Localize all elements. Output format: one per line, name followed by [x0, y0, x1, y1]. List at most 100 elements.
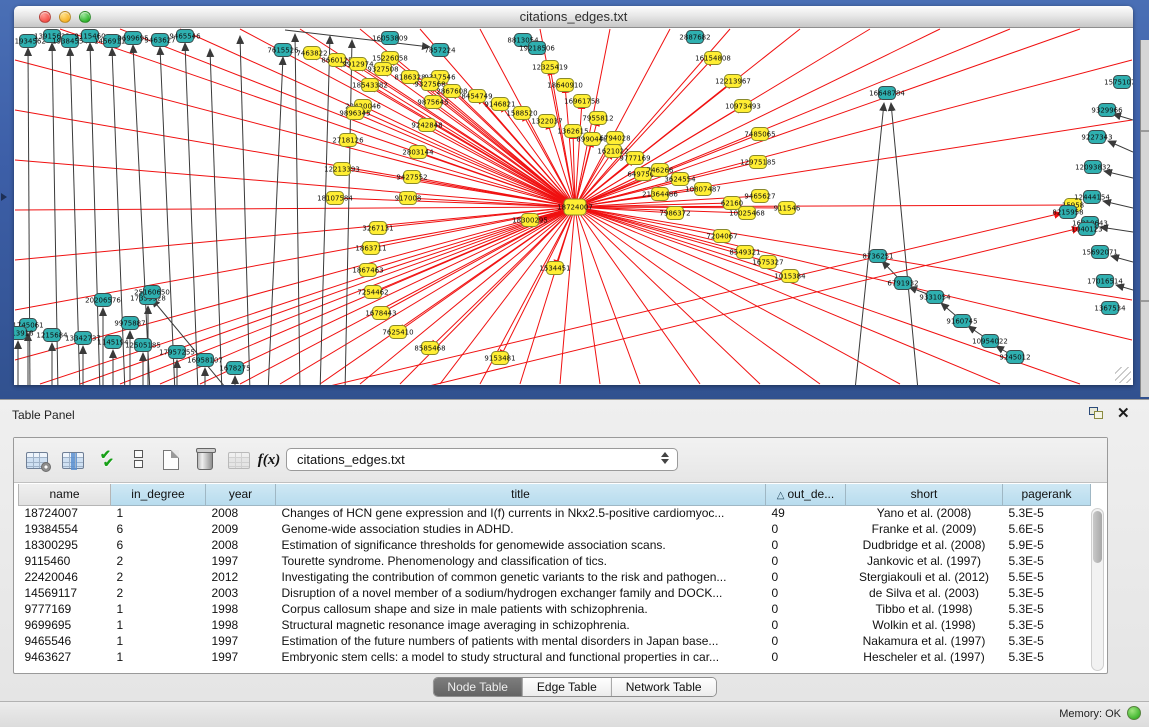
col-header-in-degree[interactable]: in_degree — [111, 484, 206, 505]
graph-node[interactable]: 12325419 — [532, 61, 568, 74]
graph-edge-black[interactable] — [268, 57, 283, 385]
graph-node[interactable]: 3267131 — [362, 222, 393, 235]
graph-node[interactable]: 911546 — [774, 202, 801, 215]
memory-ok-icon[interactable] — [1127, 706, 1141, 720]
graph-edge-red[interactable] — [575, 207, 600, 384]
graph-edge-black[interactable] — [295, 34, 300, 385]
select-columns-button[interactable]: ✔✔ — [94, 445, 124, 475]
panel-expander-icon[interactable] — [1, 193, 7, 201]
col-header-short[interactable]: short — [846, 484, 1003, 505]
graph-node[interactable]: 8585468 — [414, 342, 445, 355]
graph-node[interactable]: 10973493 — [725, 100, 761, 113]
graph-edge-red[interactable] — [335, 198, 575, 207]
show-columns-button[interactable] — [58, 445, 88, 475]
table-row[interactable]: 1456911722003Disruption of a novel membe… — [19, 585, 1091, 601]
graph-node[interactable]: 10954022 — [972, 335, 1008, 348]
col-header-out-degree[interactable]: △out_de... — [766, 484, 846, 505]
graph-node[interactable]: 9242848 — [411, 119, 442, 132]
graph-node[interactable]: 7625410 — [382, 326, 413, 339]
graph-node[interactable]: 7857224 — [424, 44, 456, 57]
float-panel-icon[interactable] — [1089, 407, 1105, 421]
graph-node[interactable]: 9227343 — [1081, 131, 1112, 144]
graph-edge-black[interactable] — [285, 30, 430, 47]
graph-node[interactable]: 1675327 — [752, 256, 783, 269]
table-row[interactable]: 1938455462009Genome-wide association stu… — [19, 521, 1091, 537]
graph-edge-black[interactable] — [1116, 285, 1133, 290]
graph-edge-black[interactable] — [1108, 141, 1133, 152]
table-row[interactable]: 946554611997Estimation of the future num… — [19, 633, 1091, 649]
graph-node[interactable]: 13342737 — [65, 332, 101, 345]
graph-node[interactable]: 15751074 — [1104, 76, 1133, 89]
graph-node[interactable]: 7986372 — [659, 207, 690, 220]
graph-edge-red[interactable] — [15, 110, 575, 207]
graph-node[interactable]: 1015384 — [774, 270, 806, 283]
scrollbar-thumb[interactable] — [1093, 511, 1102, 563]
graph-node[interactable]: 16053809 — [372, 32, 408, 45]
graph-edge-black[interactable] — [891, 103, 918, 385]
graph-node[interactable]: 7204067 — [706, 230, 737, 243]
table-settings-button[interactable] — [22, 445, 52, 475]
row-options-button[interactable] — [124, 445, 154, 475]
table-row[interactable]: 969969511998Structural magnetic resonanc… — [19, 617, 1091, 633]
graph-edge-black[interactable] — [210, 49, 222, 385]
graph-edge-red[interactable] — [15, 207, 575, 210]
graph-edge-black[interactable] — [133, 45, 150, 385]
tab-node-table[interactable]: Node Table — [433, 678, 523, 696]
graph-edge-black[interactable] — [112, 48, 125, 385]
graph-node[interactable]: 9427552 — [396, 171, 427, 184]
graph-node[interactable]: 10807487 — [685, 183, 721, 196]
graph-node[interactable]: 7955812 — [582, 112, 613, 125]
graph-edge-red[interactable] — [358, 64, 575, 207]
tab-edge-table[interactable]: Edge Table — [523, 678, 612, 696]
delete-column-button[interactable] — [190, 445, 220, 475]
graph-node[interactable]: 9245012 — [999, 351, 1030, 364]
graph-node[interactable]: 1367534 — [1094, 302, 1126, 315]
col-header-name[interactable]: name — [19, 484, 111, 505]
graph-node[interactable]: 1678443 — [365, 307, 396, 320]
graph-node[interactable]: 12505185 — [125, 339, 161, 352]
graph-node[interactable]: 1534451 — [539, 262, 570, 275]
graph-edge-red[interactable] — [15, 60, 575, 207]
graph-node[interactable]: 16648784 — [869, 87, 905, 100]
graph-edge-red[interactable] — [360, 207, 575, 384]
graph-node[interactable]: 20206576 — [85, 294, 121, 307]
graph-edge-red[interactable] — [15, 207, 575, 260]
graph-node[interactable]: 9160745 — [946, 315, 977, 328]
network-canvas[interactable]: 1872400718300295746382286601259912974152… — [14, 28, 1133, 385]
graph-node[interactable]: 9329966 — [1091, 104, 1123, 117]
graph-edge-red[interactable] — [575, 207, 1132, 340]
table-row[interactable]: 1872400712008Changes of HCN gene express… — [19, 505, 1091, 521]
graph-node[interactable]: 9975887 — [114, 317, 145, 330]
graph-node[interactable]: 1215684 — [36, 329, 68, 342]
graph-node[interactable]: 7615526 — [267, 44, 299, 57]
new-column-button[interactable] — [156, 445, 186, 475]
graph-node[interactable]: 8549321 — [729, 246, 760, 259]
table-select-dropdown[interactable]: citations_edges.txt — [286, 448, 678, 471]
graph-edge-black[interactable] — [345, 40, 352, 385]
table-row[interactable]: 946362711997Embryonic stem cells: a mode… — [19, 649, 1091, 665]
graph-node[interactable]: 8736251 — [862, 250, 893, 263]
table-row[interactable]: 911546021997Tourette syndrome. Phenomeno… — [19, 553, 1091, 569]
close-panel-icon[interactable]: ✕ — [1117, 404, 1130, 422]
table-row[interactable]: 2242004622012Investigating the contribut… — [19, 569, 1091, 585]
graph-edge-red[interactable] — [575, 29, 1080, 207]
function-builder-button[interactable]: f(x) — [254, 445, 284, 475]
col-header-title[interactable]: title — [276, 484, 766, 505]
graph-edge-black[interactable] — [1100, 227, 1133, 232]
col-header-pagerank[interactable]: pagerank — [1003, 484, 1091, 505]
graph-edge-black[interactable] — [855, 103, 884, 385]
graph-node[interactable]: 2887682 — [679, 31, 710, 44]
graph-node[interactable]: 9153481 — [484, 352, 515, 365]
col-header-year[interactable]: year — [206, 484, 276, 505]
graph-edge-black[interactable] — [1103, 201, 1133, 208]
table-scrollbar[interactable] — [1091, 508, 1104, 671]
graph-node[interactable]: 12975185 — [740, 156, 776, 169]
network-window-titlebar[interactable]: citations_edges.txt — [14, 6, 1133, 28]
graph-node[interactable]: 1863711 — [355, 242, 386, 255]
tab-network-table[interactable]: Network Table — [612, 678, 716, 696]
graph-node[interactable]: 12213967 — [715, 75, 751, 88]
graph-edge-black[interactable] — [1111, 256, 1133, 262]
graph-edge-red[interactable] — [370, 85, 575, 207]
graph-node[interactable]: 1867463 — [352, 264, 383, 277]
graph-edge-red[interactable] — [575, 207, 1132, 300]
